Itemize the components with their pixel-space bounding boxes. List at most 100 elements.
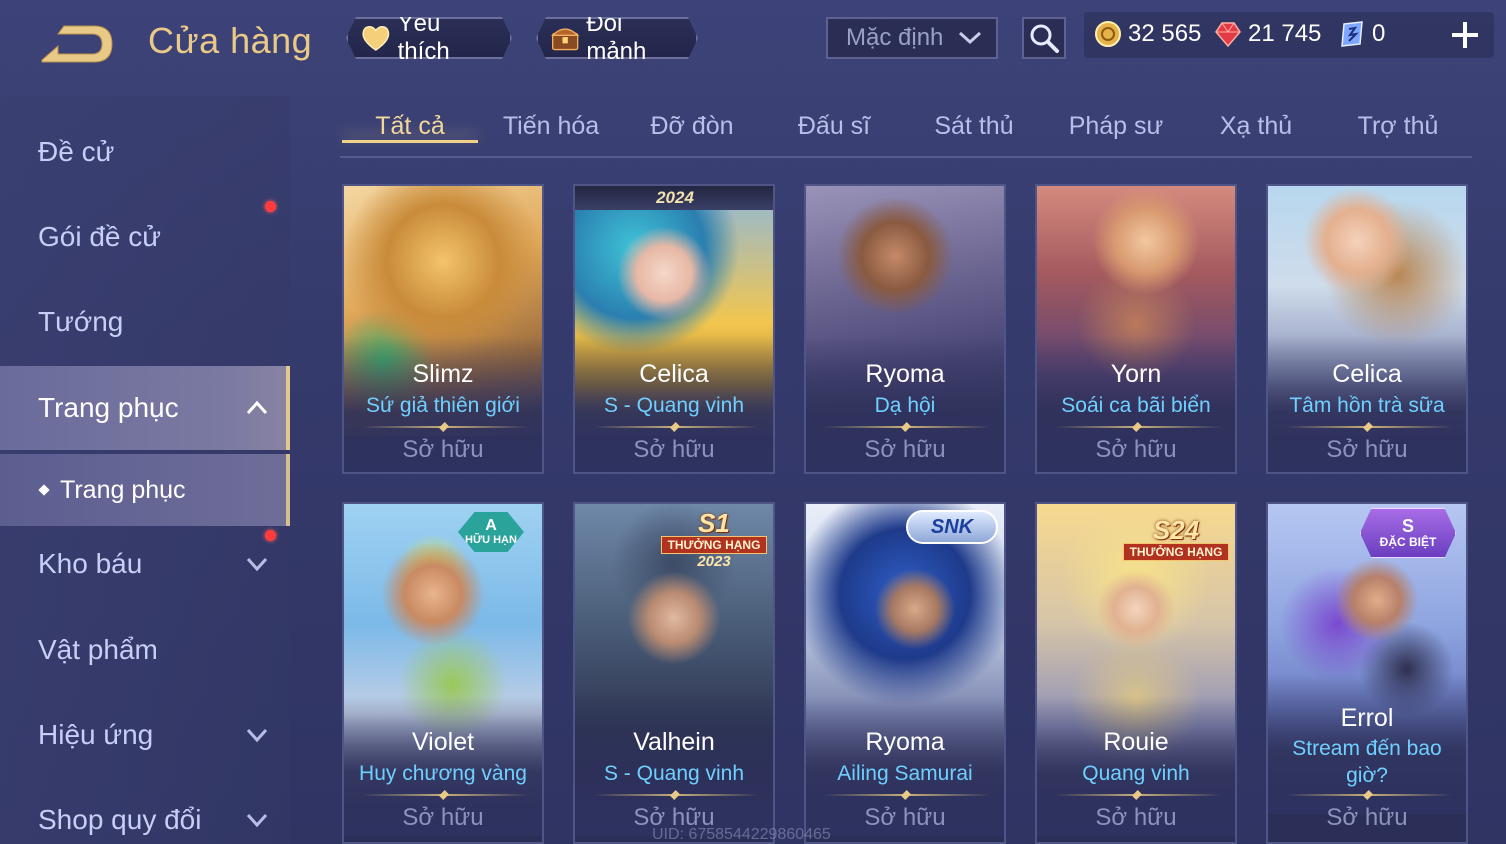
ruby-balance: 21 745 (1214, 20, 1321, 48)
favorites-button[interactable]: Yêu thích (346, 17, 512, 59)
sidebar-item-exchange-shop[interactable]: Shop quy đổi (0, 778, 290, 844)
owned-label: Sở hữu (402, 804, 484, 831)
sidebar-subitem-skins[interactable]: Trang phục (0, 454, 290, 526)
tab-label: Đấu sĩ (797, 112, 871, 140)
sidebar-item-treasure[interactable]: Kho báu (0, 522, 290, 606)
exchange-shards-button[interactable]: Đổi mảnh (536, 17, 698, 59)
tab-fighter[interactable]: Đấu sĩ (764, 112, 904, 141)
voucher-balance: 0 (1338, 20, 1385, 48)
skin-name: Stream đến bao giờ? (1292, 737, 1442, 787)
season-reward-badge: S24 THƯỞNG HẠNG (1121, 508, 1231, 570)
skin-name: Quang vinh (1082, 762, 1190, 785)
sidebar-item-effects[interactable]: Hiệu ứng (0, 693, 290, 777)
skin-card[interactable]: Yorn Soái ca bãi biển Sở hữu (1035, 184, 1237, 474)
gold-amount: 32 565 (1128, 20, 1202, 47)
tab-assassin[interactable]: Sát thủ (904, 112, 1044, 141)
skin-card[interactable]: Slimz Sứ giả thiên giới Sở hữu (342, 184, 544, 474)
sidebar: Đề cử Gói đề cử Tướng Trang phục Trang p… (0, 96, 290, 844)
tab-label: Đỡ đòn (650, 112, 734, 140)
badge-text: SNK (930, 515, 974, 538)
sidebar-subitem-label: Trang phục (60, 475, 186, 504)
badge-subtext: ĐẶC BIỆT (1379, 535, 1437, 549)
card-divider (824, 426, 990, 428)
sidebar-item-skins[interactable]: Trang phục (0, 366, 290, 450)
skin-card[interactable]: Ryoma Dạ hội Sở hữu (804, 184, 1006, 474)
skin-card[interactable]: S24 THƯỞNG HẠNG Rouie Quang vinh Sở hữu (1035, 502, 1237, 844)
bullet-diamond-icon (38, 484, 50, 496)
special-edition-badge: S ĐẶC BIỆT (1360, 508, 1456, 558)
sidebar-item-label: Vật phẩm (38, 634, 158, 665)
tab-marksman[interactable]: Xạ thủ (1186, 112, 1326, 141)
sidebar-item-featured[interactable]: Đề cử (0, 110, 290, 194)
treasure-chest-icon (550, 21, 580, 55)
skin-card[interactable]: Celica Tâm hồn trà sữa Sở hữu (1266, 184, 1468, 474)
badge-text: S24 (1152, 515, 1200, 545)
card-divider (362, 794, 528, 796)
owned-label: Sở hữu (402, 436, 484, 463)
exchange-label: Đổi mảnh (586, 10, 647, 65)
chevron-up-icon (246, 400, 268, 415)
card-divider (1055, 426, 1221, 428)
tab-label: Xạ thủ (1219, 112, 1293, 140)
skin-card[interactable]: A HỮU HẠN Violet Huy chương vàng Sở hữu (342, 502, 544, 844)
hero-name: Ryoma (865, 728, 945, 756)
chevron-down-icon (246, 557, 268, 572)
skin-name: S - Quang vinh (603, 762, 745, 785)
badge-text: A (485, 517, 497, 534)
tab-all[interactable]: Tất cả (340, 112, 480, 143)
tab-label: Trợ thủ (1357, 112, 1439, 140)
edition-year-badge: 2024 (575, 186, 773, 210)
card-divider (362, 426, 528, 428)
gold-balance: 32 565 (1094, 20, 1201, 48)
skin-name: Ailing Samurai (837, 762, 973, 785)
skin-card[interactable]: S1 THƯỞNG HẠNG 2023 Valhein S - Quang vi… (573, 502, 775, 844)
skin-name: Sứ giả thiên giới (366, 394, 520, 417)
tab-support[interactable]: Trợ thủ (1328, 112, 1468, 141)
skin-name: Tâm hồn trà sữa (1289, 394, 1445, 417)
hero-name: Celica (639, 360, 709, 388)
skin-name: Soái ca bãi biển (1061, 394, 1211, 417)
sidebar-item-label: Gói đề cử (38, 221, 162, 252)
card-divider (1286, 426, 1452, 428)
search-icon (1030, 24, 1059, 53)
skin-name: Dạ hội (874, 394, 936, 417)
tab-label: Tất cả (375, 112, 445, 140)
hero-name: Rouie (1103, 728, 1169, 756)
sidebar-item-label: Trang phục (38, 392, 179, 423)
hero-name: Valhein (633, 728, 715, 756)
card-divider (1286, 794, 1452, 796)
hero-name: Slimz (412, 360, 474, 388)
sidebar-item-items[interactable]: Vật phẩm (0, 608, 290, 692)
owned-label: Sở hữu (633, 436, 715, 463)
owned-label: Sở hữu (1095, 436, 1177, 463)
sidebar-item-featured-packs[interactable]: Gói đề cử (0, 195, 290, 279)
sort-value: Mặc định (846, 24, 944, 51)
season-reward-badge: S1 THƯỞNG HẠNG 2023 (659, 508, 769, 570)
badge-subtext: HỮU HẠN (465, 534, 517, 546)
notification-dot (265, 201, 276, 212)
search-button[interactable] (1022, 17, 1066, 59)
back-arrow-icon[interactable] (36, 20, 116, 64)
skin-card[interactable]: S ĐẶC BIỆT Errol Stream đến bao giờ? Sở … (1266, 502, 1468, 844)
sidebar-item-heroes[interactable]: Tướng (0, 280, 290, 364)
page-title: Cửa hàng (148, 20, 313, 61)
card-divider (593, 426, 759, 428)
heart-icon (360, 21, 392, 55)
hero-name: Ryoma (865, 360, 945, 388)
tab-evolution[interactable]: Tiến hóa (481, 112, 621, 141)
plus-icon[interactable] (1448, 18, 1482, 52)
gold-coin-icon (1095, 21, 1121, 47)
sort-dropdown[interactable]: Mặc định (826, 17, 998, 59)
sidebar-item-label: Hiệu ứng (38, 719, 154, 750)
chevron-down-icon (246, 813, 268, 828)
owned-label: Sở hữu (1326, 436, 1408, 463)
owned-label: Sở hữu (864, 436, 946, 463)
skin-card[interactable]: 2024 Celica S - Quang vinh Sở hữu (573, 184, 775, 474)
skin-card[interactable]: SNK Ryoma Ailing Samurai Sở hữu (804, 502, 1006, 844)
tab-tank[interactable]: Đỡ đòn (622, 112, 762, 141)
hero-name: Errol (1340, 704, 1394, 732)
tab-mage[interactable]: Pháp sư (1046, 112, 1186, 141)
sidebar-item-label: Kho báu (38, 548, 143, 579)
skin-name: Huy chương vàng (359, 762, 527, 785)
hero-name: Violet (411, 728, 475, 756)
